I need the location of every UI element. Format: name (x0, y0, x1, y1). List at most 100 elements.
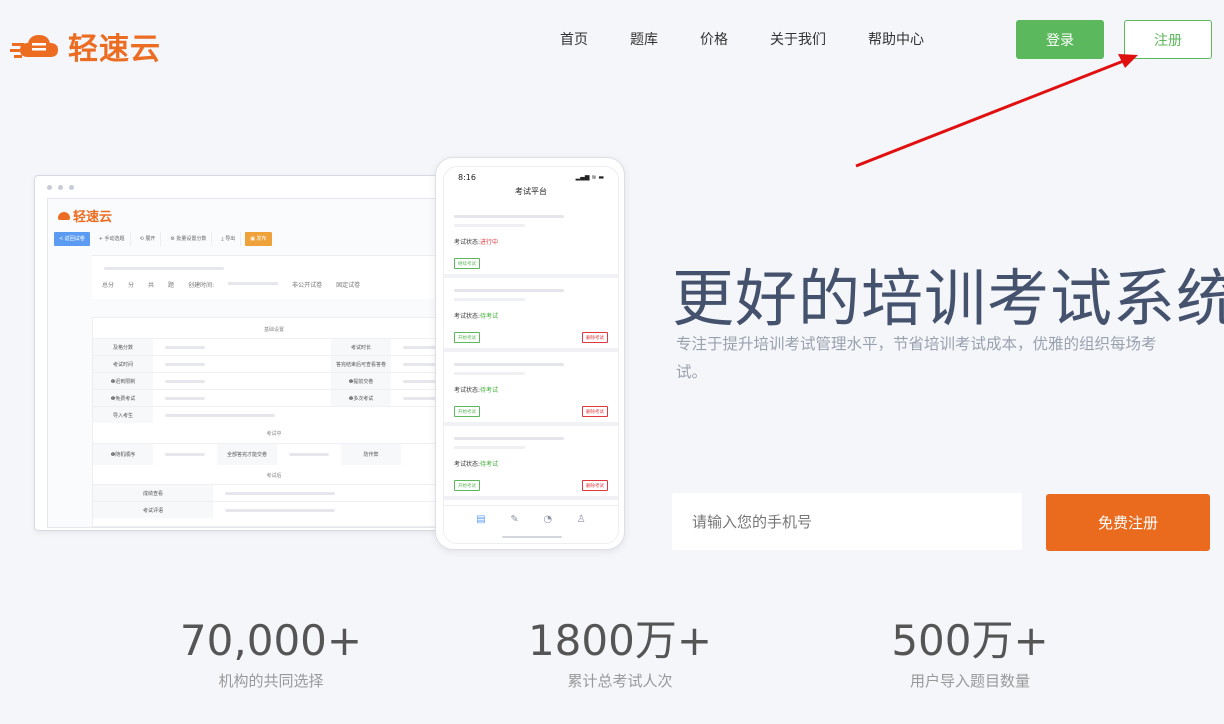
summary-count-prefix: 共 (148, 282, 155, 289)
form-label: ❶免费考试 (93, 390, 153, 406)
form-row: ❶免费考试 ❶多次考试 (93, 389, 455, 406)
signal-wifi-battery-icon: ▂▄▆ ≋ ▬ (575, 174, 604, 181)
stat-label: 用户导入题目数量 (909, 672, 1030, 690)
nav-item-help[interactable]: 帮助中心 (868, 30, 924, 50)
form-row: 考试评语 (93, 501, 455, 518)
form-row: 导入考生 (93, 406, 455, 423)
section-basic-title: 基础设置 (263, 327, 284, 333)
mockup-batch-score: ⚙ 批量设置分数 (165, 231, 213, 246)
mockup-window: 轻速云 < 返回试卷 + 手动选题 ⟲ 展开 ⚙ 批量设置分数 ⤓ 导出 ▣ 发… (47, 198, 457, 528)
delete-exam-button: 删除考试 (582, 406, 608, 417)
status-value: 进行中 (480, 239, 499, 246)
status-value: 待考试 (480, 387, 499, 394)
cloud-speed-logo-icon (10, 35, 58, 58)
logo-text: 轻速云 (68, 32, 161, 67)
continue-exam-button: 继续考试 (454, 258, 480, 269)
delete-exam-button: 删除考试 (582, 480, 608, 491)
edit-icon: ✎ (510, 514, 519, 525)
summary-total: 总分 (102, 282, 115, 289)
section-during-title: 考试中 (266, 431, 282, 437)
phone-app-mockup: 8:16 ▂▄▆ ≋ ▬ 考试平台 考试状态:进行中 继续考试 考试状态:待考试… (435, 157, 625, 550)
summary-fixed: 固定试卷 (336, 282, 361, 289)
stat-number: 1800万+ (527, 616, 713, 665)
exam-list: 考试状态:进行中 继续考试 考试状态:待考试 开始考试 删除考试 考试状态:待考… (444, 204, 618, 500)
home-indicator (502, 536, 562, 538)
free-register-button[interactable]: 免费注册 (1046, 494, 1210, 551)
form-label: ❶迟到限制 (93, 373, 153, 389)
phone-title: 考试平台 (515, 187, 547, 196)
mockup-summary: 总分 分 共 题 创建时间: 非公开试卷 固定试卷 (92, 255, 456, 299)
nav-item-pricing[interactable]: 价格 (700, 30, 728, 50)
start-exam-button: 开始考试 (454, 332, 480, 343)
placeholder-bar (104, 267, 224, 270)
main-nav: 首页 题库 价格 关于我们 帮助中心 (560, 30, 966, 50)
form-label: ❶多次考试 (331, 390, 391, 406)
stat-questions: 500万+ 用户导入题目数量 (840, 617, 1100, 691)
form-label: ❶提前交卷 (331, 373, 391, 389)
exam-list-icon: ▤ (476, 514, 486, 525)
start-exam-button: 开始考试 (454, 406, 480, 417)
form-label: 防作弊 (341, 444, 401, 465)
mockup-settings-form: 基础设置 及格分数 考试时长 考试时间 答完结束后可查看答卷 ❶迟到限制 ❶提前交卷 … (92, 317, 456, 527)
summary-private: 非公开试卷 (292, 282, 323, 289)
form-label: 答完结束后可查看答卷 (331, 356, 391, 372)
form-label: 成绩查看 (93, 485, 213, 501)
stat-number: 70,000+ (179, 616, 363, 665)
summary-count-suffix: 题 (168, 282, 175, 289)
check-circle-icon: ◔ (543, 514, 553, 525)
mockup-logo: 轻速云 (58, 206, 112, 225)
user-icon: ♙ (576, 514, 586, 525)
mockup-logo-text: 轻速云 (73, 210, 113, 225)
form-label: 考试时长 (331, 339, 391, 355)
desktop-app-mockup: 轻速云 < 返回试卷 + 手动选题 ⟲ 展开 ⚙ 批量设置分数 ⤓ 导出 ▣ 发… (34, 175, 464, 531)
stat-label: 累计总考试人次 (567, 672, 673, 690)
mockup-expand: ⟲ 展开 (135, 231, 162, 246)
status-value: 待考试 (480, 461, 499, 468)
mockup-back-button: < 返回试卷 (54, 231, 90, 246)
mockup-publish: ▣ 发布 (245, 231, 272, 246)
phone-number-input[interactable] (672, 493, 1022, 550)
phone-screen: 8:16 ▂▄▆ ≋ ▬ 考试平台 考试状态:进行中 继续考试 考试状态:待考试… (443, 166, 619, 544)
form-row: 考试时间 答完结束后可查看答卷 (93, 355, 455, 372)
nav-item-question-bank[interactable]: 题库 (630, 30, 658, 50)
mockup-export: ⤓ 导出 (216, 231, 242, 246)
login-button[interactable]: 登录 (1016, 20, 1104, 59)
phone-time: 8:16 (458, 173, 476, 182)
form-label: ❶随机顺序 (93, 444, 153, 465)
nav-item-about[interactable]: 关于我们 (770, 30, 826, 50)
exam-card: 考试状态:进行中 继续考试 (444, 204, 618, 278)
window-dots (47, 185, 74, 190)
exam-card: 考试状态:待考试 开始考试 删除考试 (444, 352, 618, 426)
stat-exam-count: 1800万+ 累计总考试人次 (490, 617, 750, 691)
start-exam-button: 开始考试 (454, 480, 480, 491)
section-after-title: 考试后 (266, 473, 282, 479)
status-label: 考试状态: (454, 239, 481, 246)
form-label: 导入考生 (93, 407, 153, 423)
hero-subtitle: 专注于提升培训考试管理水平，节省培训考试成本，优雅的组织每场考试。 (676, 335, 1157, 381)
status-value: 待考试 (480, 313, 499, 320)
form-label: 全部答完才能交卷 (217, 444, 277, 465)
summary-points: 分 (128, 282, 135, 289)
nav-item-home[interactable]: 首页 (560, 30, 588, 50)
placeholder-bar (228, 282, 279, 285)
register-button[interactable]: 注册 (1124, 20, 1212, 59)
form-row: ❶随机顺序 全部答完才能交卷 防作弊 (93, 443, 455, 465)
status-label: 考试状态: (454, 313, 481, 320)
form-label: 及格分数 (93, 339, 153, 355)
stat-number: 500万+ (891, 616, 1049, 665)
hero-title: 更好的培训考试系统 (672, 262, 1224, 335)
stat-institutions: 70,000+ 机构的共同选择 (141, 617, 401, 691)
exam-card: 考试状态:待考试 开始考试 删除考试 (444, 278, 618, 352)
delete-exam-button: 删除考试 (582, 332, 608, 343)
form-row: ❶迟到限制 ❶提前交卷 (93, 372, 455, 389)
summary-created: 创建时间: (188, 282, 215, 289)
exam-card: 考试状态:待考试 开始考试 删除考试 (444, 426, 618, 500)
mini-cloud-icon (58, 211, 70, 220)
status-label: 考试状态: (454, 387, 481, 394)
mockup-manual-select: + 手动选题 (94, 231, 131, 246)
form-row: 成绩查看 (93, 484, 455, 501)
form-label: 考试时间 (93, 356, 153, 372)
form-row: 及格分数 考试时长 (93, 338, 455, 355)
form-label: 考试评语 (93, 502, 213, 518)
logo[interactable]: 轻速云 (10, 24, 161, 68)
